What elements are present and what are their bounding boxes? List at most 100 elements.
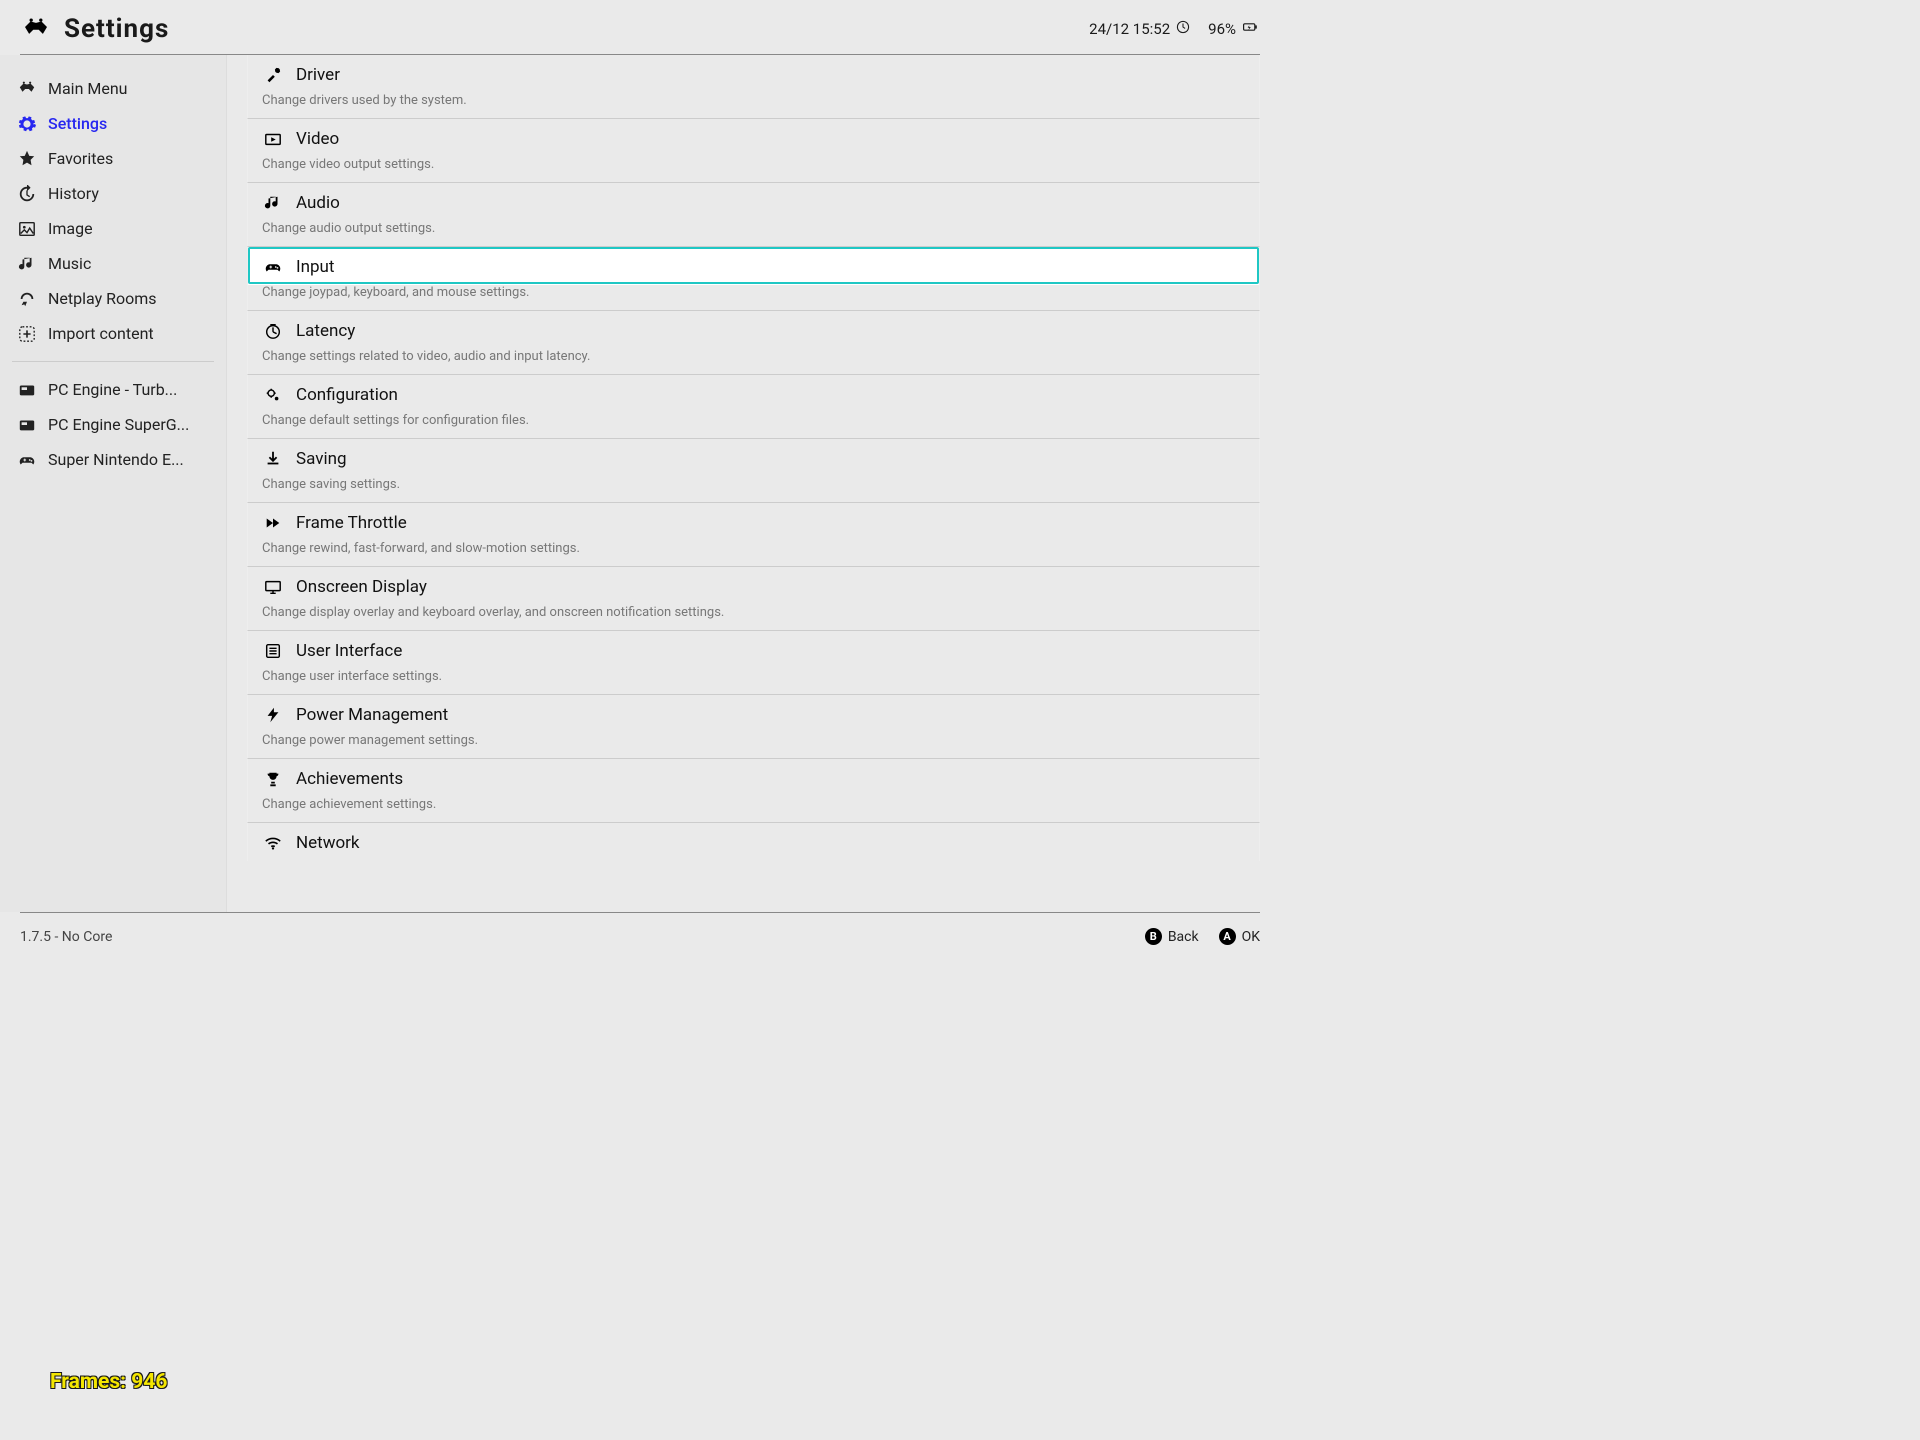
fastforward-icon: [262, 514, 284, 532]
sidebar-item-label: Settings: [48, 114, 107, 133]
plus-box-icon: [16, 325, 38, 343]
version-text: 1.7.5 - No Core: [20, 929, 112, 945]
battery-percent: 96%: [1208, 20, 1236, 38]
retroarch-icon: [16, 80, 38, 98]
settings-list: Driver Change drivers used by the system…: [227, 55, 1280, 912]
settings-row-description: Change achievement settings.: [248, 797, 1259, 822]
sidebar-item-favorites[interactable]: Favorites: [8, 141, 218, 176]
sidebar-item-history[interactable]: History: [8, 176, 218, 211]
settings-row-description: Change display overlay and keyboard over…: [248, 605, 1259, 630]
sidebar-item-netplay-rooms[interactable]: Netplay Rooms: [8, 281, 218, 316]
list-icon: [262, 642, 284, 660]
settings-row-label: Saving: [296, 449, 347, 469]
settings-row-network[interactable]: Network: [247, 822, 1260, 861]
settings-row-description: Change rewind, fast-forward, and slow-mo…: [248, 541, 1259, 566]
settings-row-label: Latency: [296, 321, 355, 341]
b-button-icon: B: [1145, 928, 1162, 945]
gamepad-icon: [16, 451, 38, 469]
battery-icon: [1242, 19, 1258, 39]
card-icon: [16, 381, 38, 399]
settings-row-description: Change settings related to video, audio …: [248, 349, 1259, 374]
sidebar-item-main-menu[interactable]: Main Menu: [8, 71, 218, 106]
settings-row-label: Configuration: [296, 385, 398, 405]
settings-row-label: Input: [296, 257, 335, 277]
settings-row-input[interactable]: Input Change joypad, keyboard, and mouse…: [247, 246, 1260, 310]
hint-back-label: Back: [1168, 929, 1199, 945]
sidebar-item-image[interactable]: Image: [8, 211, 218, 246]
image-icon: [16, 220, 38, 238]
save-icon: [262, 450, 284, 468]
settings-row-description: Change audio output settings.: [248, 221, 1259, 246]
audio-icon: [262, 194, 284, 212]
tools-icon: [262, 66, 284, 84]
config-icon: [262, 386, 284, 404]
playlist-item[interactable]: PC Engine - Turb...: [8, 372, 218, 407]
status-bar: 24/12 15:52 96%: [1089, 19, 1258, 39]
settings-row-description: Change video output settings.: [248, 157, 1259, 182]
sidebar-item-label: Netplay Rooms: [48, 289, 157, 308]
gamepad-icon: [262, 258, 284, 276]
playlist-item[interactable]: Super Nintendo E...: [8, 442, 218, 477]
settings-row-frame-throttle[interactable]: Frame Throttle Change rewind, fast-forwa…: [247, 502, 1260, 566]
page-title: Settings: [64, 14, 169, 44]
settings-row-user-interface[interactable]: User Interface Change user interface set…: [247, 630, 1260, 694]
sidebar-item-settings[interactable]: Settings: [8, 106, 218, 141]
settings-row-video[interactable]: Video Change video output settings.: [247, 118, 1260, 182]
settings-row-label: Audio: [296, 193, 340, 213]
settings-row-label: Power Management: [296, 705, 448, 725]
card-icon: [16, 416, 38, 434]
settings-row-description: Change drivers used by the system.: [248, 93, 1259, 118]
trophy-icon: [262, 770, 284, 788]
bolt-icon: [262, 706, 284, 724]
video-icon: [262, 130, 284, 148]
a-button-icon: A: [1219, 928, 1236, 945]
frames-overlay: Frames: 946: [50, 1370, 167, 1394]
wifi-icon: [262, 834, 284, 852]
hint-back: B Back: [1145, 928, 1199, 945]
display-icon: [262, 578, 284, 596]
settings-row-onscreen-display[interactable]: Onscreen Display Change display overlay …: [247, 566, 1260, 630]
hint-ok-label: OK: [1242, 929, 1260, 945]
sidebar-separator: [12, 361, 214, 362]
settings-row-achievements[interactable]: Achievements Change achievement settings…: [247, 758, 1260, 822]
sidebar-item-label: Music: [48, 254, 91, 273]
playlist-item-label: PC Engine SuperG...: [48, 415, 189, 434]
settings-row-label: Network: [296, 833, 360, 853]
settings-row-description: Change power management settings.: [248, 733, 1259, 758]
settings-row-latency[interactable]: Latency Change settings related to video…: [247, 310, 1260, 374]
settings-row-power-management[interactable]: Power Management Change power management…: [247, 694, 1260, 758]
playlist-item-label: PC Engine - Turb...: [48, 380, 177, 399]
history-icon: [16, 185, 38, 203]
settings-row-description: Change user interface settings.: [248, 669, 1259, 694]
settings-row-audio[interactable]: Audio Change audio output settings.: [247, 182, 1260, 246]
settings-row-label: Driver: [296, 65, 340, 85]
sidebar-item-music[interactable]: Music: [8, 246, 218, 281]
settings-row-description: Change joypad, keyboard, and mouse setti…: [248, 285, 1259, 310]
settings-row-description: Change default settings for configuratio…: [248, 413, 1259, 438]
settings-row-label: Video: [296, 129, 339, 149]
settings-row-label: User Interface: [296, 641, 402, 661]
settings-row-description: Change saving settings.: [248, 477, 1259, 502]
settings-row-saving[interactable]: Saving Change saving settings.: [247, 438, 1260, 502]
clock-icon: [1176, 20, 1190, 38]
playlist-item[interactable]: PC Engine SuperG...: [8, 407, 218, 442]
cog-icon: [16, 115, 38, 133]
settings-row-label: Achievements: [296, 769, 403, 789]
datetime-text: 24/12 15:52: [1089, 20, 1170, 38]
sidebar-item-label: Favorites: [48, 149, 113, 168]
sidebar-item-import-content[interactable]: Import content: [8, 316, 218, 351]
sidebar-item-label: Main Menu: [48, 79, 127, 98]
star-icon: [16, 150, 38, 168]
settings-row-driver[interactable]: Driver Change drivers used by the system…: [247, 55, 1260, 118]
settings-row-configuration[interactable]: Configuration Change default settings fo…: [247, 374, 1260, 438]
sidebar: Main Menu Settings Favorites History Image Mu…: [0, 55, 227, 912]
sidebar-item-label: Import content: [48, 324, 154, 343]
header: Settings 24/12 15:52 96%: [0, 0, 1280, 54]
sidebar-item-label: History: [48, 184, 99, 203]
sidebar-item-label: Image: [48, 219, 93, 238]
footer: 1.7.5 - No Core B Back A OK: [20, 912, 1260, 960]
hint-ok: A OK: [1219, 928, 1260, 945]
netplay-icon: [16, 290, 38, 308]
settings-row-label: Frame Throttle: [296, 513, 407, 533]
settings-row-label: Onscreen Display: [296, 577, 427, 597]
